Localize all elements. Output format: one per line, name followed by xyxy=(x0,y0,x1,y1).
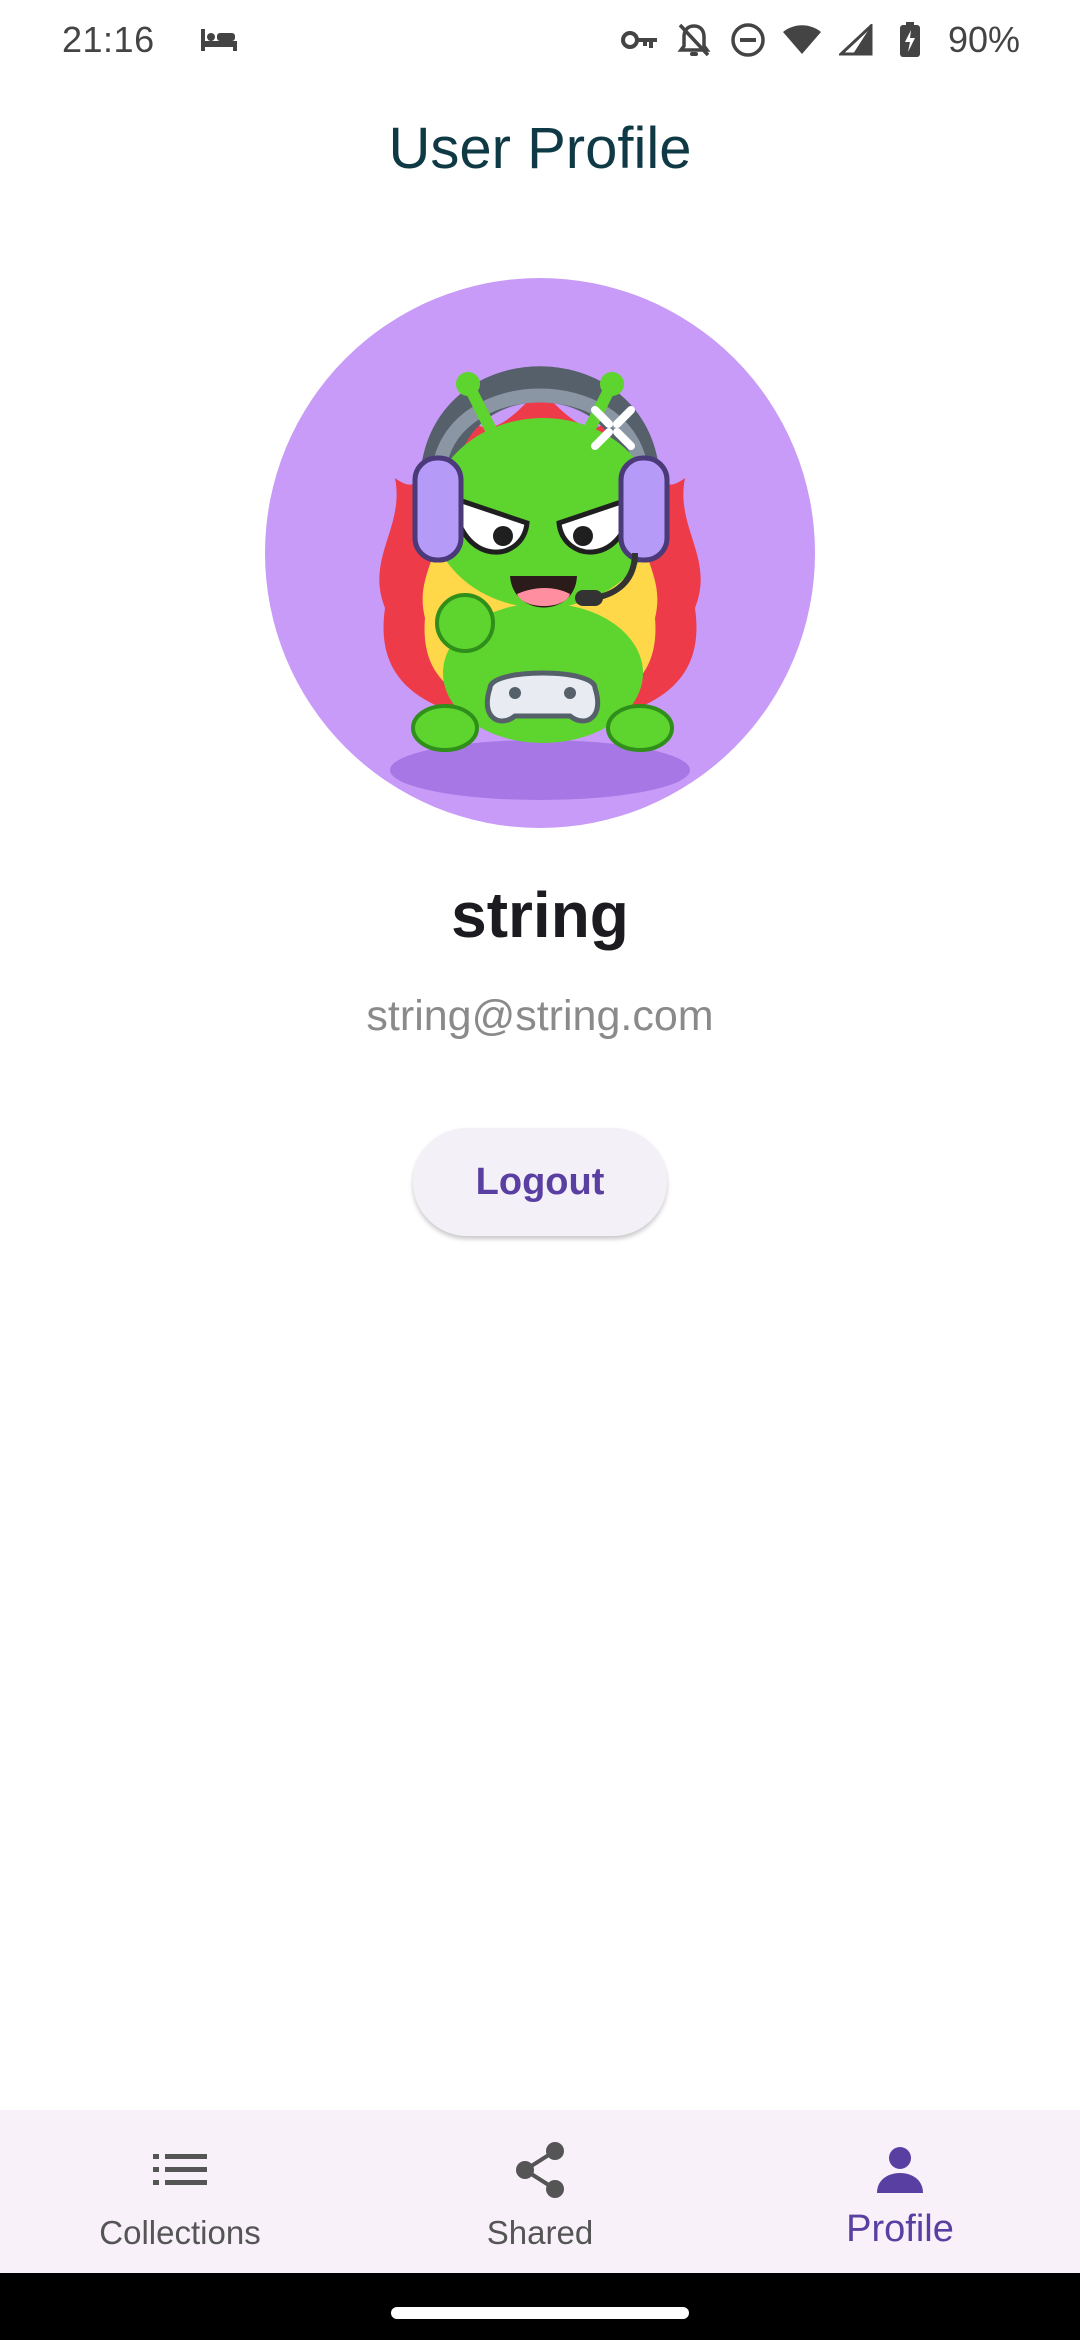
nav-label-shared: Shared xyxy=(486,2214,594,2251)
nav-item-collections[interactable]: Collections xyxy=(0,2110,360,2273)
bottom-navigation: Collections Shared Profile xyxy=(0,2110,1080,2273)
person-icon xyxy=(870,2140,930,2200)
profile-screen: 21:16 90% User Profile string string@str… xyxy=(0,0,1080,2340)
battery-percent: 90% xyxy=(947,19,1020,60)
nav-label-collections: Collections xyxy=(99,2214,261,2251)
page-title: User Profile xyxy=(388,116,692,181)
battery-charging-icon xyxy=(890,20,930,60)
user-email: string@string.com xyxy=(366,992,714,1040)
system-navigation-bar xyxy=(0,2273,1080,2340)
nav-item-shared[interactable]: Shared xyxy=(360,2110,720,2273)
user-name: string xyxy=(451,879,629,951)
alien-gamer-avatar-icon xyxy=(379,366,701,800)
home-gesture-handle[interactable] xyxy=(391,2306,689,2319)
list-icon xyxy=(150,2140,210,2200)
bed-icon xyxy=(199,20,239,60)
share-icon xyxy=(510,2140,570,2200)
nav-item-profile[interactable]: Profile xyxy=(720,2110,1080,2273)
do-not-disturb-icon xyxy=(728,20,768,60)
cellular-signal-icon xyxy=(836,20,876,60)
notifications-off-icon xyxy=(674,20,714,60)
status-left: 21:16 xyxy=(62,19,239,61)
logout-button[interactable]: Logout xyxy=(413,1128,667,1236)
status-time: 21:16 xyxy=(62,19,155,60)
avatar xyxy=(265,278,815,828)
nav-label-profile: Profile xyxy=(846,2208,954,2250)
wifi-icon xyxy=(782,20,822,60)
key-icon xyxy=(620,20,660,60)
status-right: 90% xyxy=(620,19,1020,61)
status-bar: 21:16 90% xyxy=(0,0,1080,80)
